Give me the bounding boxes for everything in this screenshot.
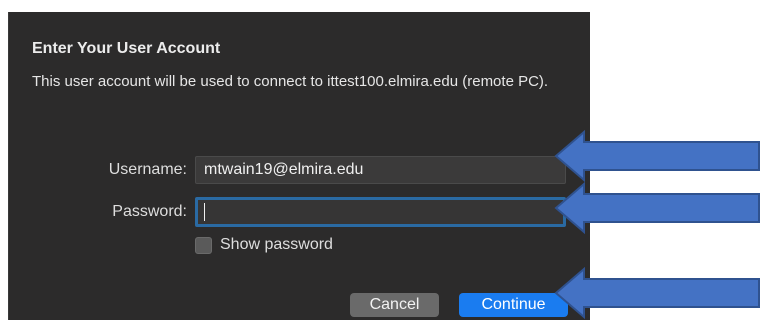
left-arrow-icon: [554, 130, 760, 182]
login-dialog: Enter Your User Account This user accoun…: [8, 12, 590, 320]
username-label: Username:: [108, 161, 187, 178]
left-arrow-icon: [554, 267, 760, 319]
dialog-title: Enter Your User Account: [32, 40, 221, 57]
cancel-button-label: Cancel: [369, 296, 420, 313]
show-password-label: Show password: [220, 236, 333, 253]
continue-button-label: Continue: [481, 296, 546, 313]
password-field[interactable]: [195, 197, 566, 227]
continue-button[interactable]: Continue: [459, 293, 568, 317]
username-field[interactable]: mtwain19@elmira.edu: [195, 156, 566, 184]
username-value: mtwain19@elmira.edu: [204, 161, 364, 178]
left-arrow-icon: [554, 182, 760, 234]
screenshot-stage: Enter Your User Account This user accoun…: [0, 0, 760, 320]
show-password-row[interactable]: Show password: [195, 236, 333, 254]
dialog-description: This user account will be used to connec…: [32, 73, 549, 90]
text-caret: [204, 203, 205, 221]
password-label: Password:: [112, 203, 187, 220]
show-password-checkbox[interactable]: [195, 236, 212, 254]
cancel-button[interactable]: Cancel: [350, 293, 439, 317]
